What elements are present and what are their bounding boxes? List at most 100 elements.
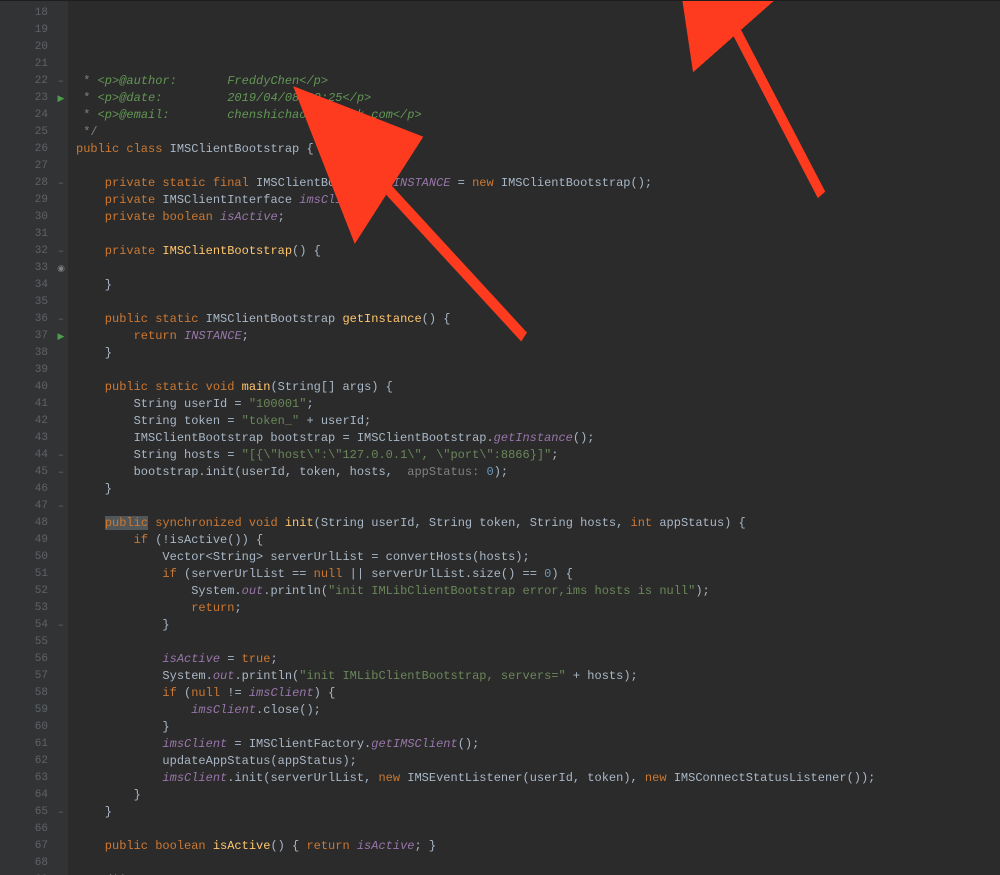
code-line[interactable]: return INSTANCE;	[76, 328, 1000, 345]
code-line[interactable]: public synchronized void init(String use…	[76, 515, 1000, 532]
code-line[interactable]: private static final IMSClientBootstrap …	[76, 175, 1000, 192]
code-line[interactable]: return;	[76, 600, 1000, 617]
token: bootstrap.init(userId, token, hosts,	[76, 465, 407, 479]
gutter-marker	[54, 566, 68, 583]
line-number: 66	[0, 821, 48, 838]
code-line[interactable]: imsClient.init(serverUrlList, new IMSEve…	[76, 770, 1000, 787]
code-line[interactable]	[76, 855, 1000, 872]
line-number: 30	[0, 209, 48, 226]
token: .println(	[234, 669, 299, 683]
token: "token_"	[242, 414, 300, 428]
code-line[interactable]: private boolean isActive;	[76, 209, 1000, 226]
fold-icon[interactable]: −	[58, 451, 63, 461]
fold-icon[interactable]: −	[58, 247, 63, 257]
token: }	[76, 482, 112, 496]
token: }	[76, 788, 141, 802]
token: ;	[234, 601, 241, 615]
token: ) {	[551, 567, 573, 581]
token	[76, 703, 191, 717]
token: if	[76, 533, 155, 547]
code-line[interactable]: public boolean isActive() { return isAct…	[76, 838, 1000, 855]
line-number: 39	[0, 362, 48, 379]
gutter-marker	[54, 379, 68, 396]
fold-icon[interactable]: −	[58, 468, 63, 478]
code-line[interactable]: if (!isActive()) {	[76, 532, 1000, 549]
code-line[interactable]: }	[76, 277, 1000, 294]
run-icon[interactable]: ▶	[58, 94, 65, 104]
code-line[interactable]: if (null != imsClient) {	[76, 685, 1000, 702]
code-content[interactable]: * <p>@author: FreddyChen</p> * <p>@date:…	[68, 1, 1000, 875]
code-line[interactable]: public static void main(String[] args) {	[76, 379, 1000, 396]
token: (!isActive()) {	[155, 533, 263, 547]
code-line[interactable]: System.out.println("init IMLibClientBoot…	[76, 583, 1000, 600]
gutter-marker	[54, 532, 68, 549]
code-line[interactable]	[76, 294, 1000, 311]
line-number: 33	[0, 260, 48, 277]
line-number: 55	[0, 634, 48, 651]
line-number: 61	[0, 736, 48, 753]
code-line[interactable]: */	[76, 124, 1000, 141]
code-line[interactable]: }	[76, 617, 1000, 634]
code-line[interactable]: isActive = true;	[76, 651, 1000, 668]
token: }	[76, 805, 112, 819]
code-line[interactable]	[76, 226, 1000, 243]
gutter-marker	[54, 753, 68, 770]
code-line[interactable]	[76, 498, 1000, 515]
fold-icon[interactable]: −	[58, 502, 63, 512]
code-line[interactable]: * <p>@author: FreddyChen</p>	[76, 73, 1000, 90]
run-icon[interactable]: ▶	[58, 332, 65, 342]
code-line[interactable]	[76, 362, 1000, 379]
token: IMSClientBootstrap	[170, 142, 300, 156]
fold-icon[interactable]: −	[58, 808, 63, 818]
line-number: 42	[0, 413, 48, 430]
code-line[interactable]: private IMSClientInterface imsClient;	[76, 192, 1000, 209]
code-line[interactable]: updateAppStatus(appStatus);	[76, 753, 1000, 770]
code-line[interactable]: }	[76, 345, 1000, 362]
fold-icon[interactable]: −	[58, 621, 63, 631]
token: getIMSClient	[371, 737, 457, 751]
override-icon[interactable]: ◉	[57, 264, 65, 274]
line-number: 60	[0, 719, 48, 736]
code-line[interactable]: * <p>@email: chenshichao@outlook.com</p>	[76, 107, 1000, 124]
code-line[interactable]: }	[76, 719, 1000, 736]
token: public	[105, 516, 148, 530]
code-line[interactable]: String userId = "100001";	[76, 396, 1000, 413]
code-line[interactable]: public class IMSClientBootstrap {	[76, 141, 1000, 158]
code-line[interactable]: bootstrap.init(userId, token, hosts, app…	[76, 464, 1000, 481]
token: return	[76, 329, 184, 343]
code-line[interactable]: Vector<String> serverUrlList = convertHo…	[76, 549, 1000, 566]
fold-icon[interactable]: −	[58, 179, 63, 189]
code-line[interactable]: private IMSClientBootstrap() {	[76, 243, 1000, 260]
code-line[interactable]: }	[76, 787, 1000, 804]
token: new	[378, 771, 407, 785]
code-line[interactable]: System.out.println("init IMLibClientBoot…	[76, 668, 1000, 685]
gutter-marker: −	[54, 311, 68, 328]
token	[76, 737, 162, 751]
code-line[interactable]: }	[76, 481, 1000, 498]
code-line[interactable]	[76, 821, 1000, 838]
code-line[interactable]: String hosts = "[{\"host\":\"127.0.0.1\"…	[76, 447, 1000, 464]
fold-icon[interactable]: −	[58, 315, 63, 325]
line-number: 64	[0, 787, 48, 804]
code-line[interactable]: imsClient = IMSClientFactory.getIMSClien…	[76, 736, 1000, 753]
code-line[interactable]: public static IMSClientBootstrap getInst…	[76, 311, 1000, 328]
code-line[interactable]: String token = "token_" + userId;	[76, 413, 1000, 430]
token: .println(	[263, 584, 328, 598]
code-line[interactable]: * <p>@date: 2019/04/08 00:25</p>	[76, 90, 1000, 107]
token: (String userId, String token, String hos…	[314, 516, 631, 530]
code-line[interactable]: if (serverUrlList == null || serverUrlLi…	[76, 566, 1000, 583]
code-line[interactable]	[76, 634, 1000, 651]
code-line[interactable]: imsClient.close();	[76, 702, 1000, 719]
token: null	[314, 567, 350, 581]
line-number: 22	[0, 73, 48, 90]
fold-icon[interactable]: −	[58, 77, 63, 87]
code-line[interactable]	[76, 158, 1000, 175]
gutter-marker	[54, 413, 68, 430]
code-line[interactable]: IMSClientBootstrap bootstrap = IMSClient…	[76, 430, 1000, 447]
token: }	[76, 278, 112, 292]
code-line[interactable]	[76, 260, 1000, 277]
code-line[interactable]: }	[76, 804, 1000, 821]
token: imsClient	[249, 686, 314, 700]
gutter-marker	[54, 600, 68, 617]
line-number: 27	[0, 158, 48, 175]
